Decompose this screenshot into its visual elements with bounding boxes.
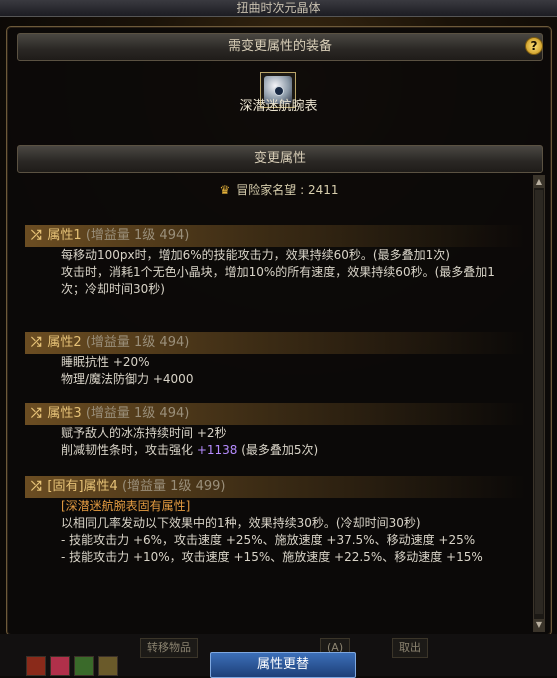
shuffle-icon: ⤮: [31, 406, 42, 421]
attribute-3[interactable]: ⤮ 属性3 (增益量 1级 494) 赋予敌人的冰冻持续时间 +2秒 削减韧性条时…: [25, 403, 525, 459]
attribute-line: 赋予敌人的冰冻持续时间 +2秒: [61, 426, 227, 440]
shuffle-icon: ⤮: [31, 228, 42, 243]
scrollbar[interactable]: ▲ ▼: [533, 175, 545, 632]
attribute-name: 属性1: [47, 228, 82, 243]
attribute-name: 属性2: [47, 335, 82, 350]
equip-section-header: 需变更属性的装备: [17, 33, 543, 61]
shuffle-icon: ⤮: [31, 335, 42, 350]
attribute-gain: (增益量 1级 494): [85, 335, 190, 350]
transfer-item-button[interactable]: 转移物品: [140, 638, 198, 658]
shuffle-icon: ⤮: [31, 479, 42, 494]
fame-value: 2411: [307, 183, 339, 197]
attribute-line: 以相同几率发动以下效果中的1种，效果持续30秒。(冷却时间30秒): [61, 516, 421, 530]
fame-label: 冒险家名望: [236, 183, 297, 197]
scroll-up-icon[interactable]: ▲: [534, 176, 544, 188]
attribute-line: 每移动100px时，增加6%的技能攻击力，效果持续60秒。(最多叠加1次): [61, 248, 450, 262]
window-title: 扭曲时次元晶体: [236, 1, 321, 15]
attribute-gain: (增益量 1级 494): [85, 406, 190, 421]
scroll-down-icon[interactable]: ▼: [534, 619, 544, 631]
item-name: 深潜迷航腕表: [239, 99, 318, 114]
change-section-header: 变更属性: [17, 145, 543, 173]
attribute-tag: [深潜迷航腕表固有属性]: [61, 499, 191, 513]
skill-icon[interactable]: [26, 656, 46, 676]
fame-row: ♛ 冒险家名望 : 2411: [219, 183, 339, 197]
attribute-list: ⤮ 属性1 (增益量 1级 494) 每移动100px时，增加6%的技能攻击力，效…: [15, 212, 531, 624]
scroll-thumb[interactable]: [535, 190, 543, 614]
line-text: 削减韧性条时，攻击强化: [61, 443, 197, 457]
attribute-replace-button[interactable]: 属性更替: [210, 652, 356, 678]
attribute-4[interactable]: ⤮ [固有]属性4 (增益量 1级 499) [深潜迷航腕表固有属性] 以相同几率…: [25, 476, 525, 566]
attribute-1[interactable]: ⤮ 属性1 (增益量 1级 494) 每移动100px时，增加6%的技能攻击力，效…: [25, 225, 525, 298]
attribute-name: [固有]属性4: [47, 479, 118, 494]
crest-icon: ♛: [219, 183, 231, 197]
attribute-2[interactable]: ⤮ 属性2 (增益量 1级 494) 睡眠抗性 +20% 物理/魔法防御力 +40…: [25, 332, 525, 388]
skill-icon[interactable]: [74, 656, 94, 676]
heart-icon[interactable]: [50, 656, 70, 676]
attribute-line: 攻击时，消耗1个无色小晶块，增加10%的所有速度，效果持续60秒。(最多叠加1次…: [61, 265, 495, 296]
title-bar: 扭曲时次元晶体: [0, 0, 557, 17]
attribute-change-window: 需变更属性的装备 ? 变更属性 ♛ 冒险家名望 : 2411 ⤮ 属性1 (增益量 …: [6, 26, 552, 636]
line-text: (最多叠加5次): [237, 443, 319, 457]
attribute-header: ⤮ 属性2 (增益量 1级 494): [25, 332, 525, 354]
attribute-header: ⤮ 属性1 (增益量 1级 494): [25, 225, 525, 247]
equip-section-title: 需变更属性的装备: [227, 39, 332, 54]
take-out-button[interactable]: 取出: [392, 638, 428, 658]
help-icon[interactable]: ?: [525, 37, 543, 55]
change-section-title: 变更属性: [253, 151, 306, 166]
skill-bar: [0, 656, 130, 676]
attribute-header: ⤮ 属性3 (增益量 1级 494): [25, 403, 525, 425]
skill-icon[interactable]: [98, 656, 118, 676]
highlight-value: +1138: [196, 443, 238, 457]
attribute-gain: (增益量 1级 499): [121, 479, 226, 494]
attribute-line: 睡眠抗性 +20%: [61, 355, 150, 369]
attribute-line: 物理/魔法防御力 +4000: [61, 372, 194, 386]
attribute-line: - 技能攻击力 +10%，攻击速度 +15%、施放速度 +22.5%、移动速度 …: [61, 550, 483, 564]
attribute-name: 属性3: [47, 406, 82, 421]
attribute-header: ⤮ [固有]属性4 (增益量 1级 499): [25, 476, 525, 498]
attribute-line: - 技能攻击力 +6%，攻击速度 +25%、施放速度 +37.5%、移动速度 +…: [61, 533, 476, 547]
attribute-line-mixed: 削减韧性条时，攻击强化 +1138 (最多叠加5次): [25, 442, 525, 459]
attribute-gain: (增益量 1级 494): [85, 228, 190, 243]
